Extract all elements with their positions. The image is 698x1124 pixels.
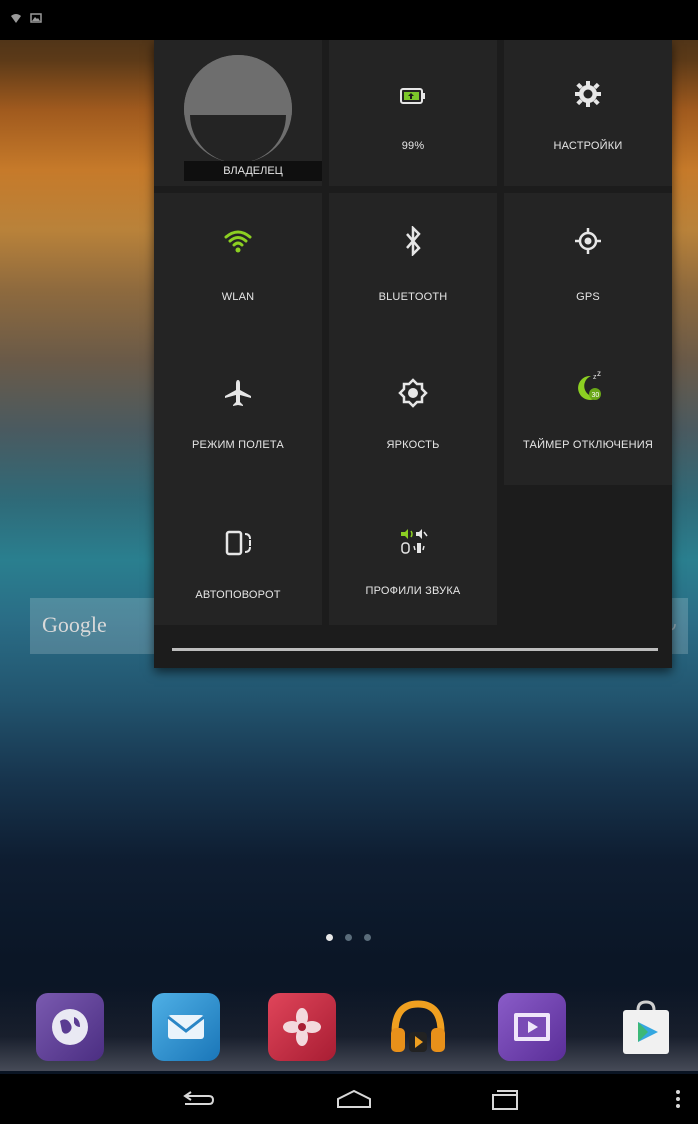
email-icon[interactable] <box>152 993 220 1061</box>
sound-profiles-icon <box>329 523 497 559</box>
wifi-icon <box>10 12 24 26</box>
recents-icon <box>492 1090 518 1110</box>
music-icon[interactable] <box>384 993 452 1061</box>
owner-avatar <box>184 55 292 163</box>
sleep-timer-label: ТАЙМЕР ОТКЛЮЧЕНИЯ <box>522 439 653 451</box>
gps-tile[interactable]: GPS <box>504 193 672 339</box>
page-indicator <box>326 934 371 946</box>
sound-profiles-label: ПРОФИЛИ ЗВУКА <box>365 585 461 597</box>
gallery-icon <box>30 12 44 26</box>
wlan-icon <box>154 223 322 259</box>
recents-button[interactable] <box>484 1084 524 1114</box>
battery-tile[interactable]: 99% <box>329 40 497 186</box>
quick-settings-panel: ВЛАДЕЛЕЦ 99% НАСТРОЙКИ WLAN BLUETOOTH GP… <box>154 40 672 668</box>
svg-text:30: 30 <box>592 392 600 399</box>
bluetooth-tile[interactable]: BLUETOOTH <box>329 193 497 339</box>
gallery-app-icon[interactable] <box>268 993 336 1061</box>
bluetooth-icon <box>329 223 497 259</box>
sleep-timer-tile[interactable]: 30 z z ТАЙМЕР ОТКЛЮЧЕНИЯ <box>504 339 672 485</box>
owner-tile[interactable]: ВЛАДЕЛЕЦ <box>154 40 322 186</box>
wlan-tile[interactable]: WLAN <box>154 193 322 339</box>
browser-icon[interactable] <box>36 993 104 1061</box>
page-dot-1 <box>326 934 333 941</box>
battery-icon <box>329 78 497 114</box>
sound-profiles-tile[interactable]: ПРОФИЛИ ЗВУКА <box>329 485 497 625</box>
airplane-icon <box>154 375 322 411</box>
sleep-timer-icon: 30 z z <box>504 369 672 405</box>
settings-tile[interactable]: НАСТРОЙКИ <box>504 40 672 186</box>
brightness-tile[interactable]: ЯРКОСТЬ <box>329 339 497 485</box>
status-bar[interactable] <box>0 0 698 40</box>
autorotate-icon <box>154 525 322 561</box>
owner-label-box: ВЛАДЕЛЕЦ <box>184 161 322 181</box>
gps-label: GPS <box>576 291 600 303</box>
battery-label: 99% <box>401 140 425 152</box>
back-button[interactable] <box>178 1084 218 1114</box>
navigation-bar <box>0 1074 698 1124</box>
play-store-icon[interactable] <box>612 993 680 1061</box>
autorotate-label: АВТОПОВОРОТ <box>195 589 281 601</box>
bluetooth-label: BLUETOOTH <box>378 291 448 303</box>
airplane-mode-label: РЕЖИМ ПОЛЕТА <box>192 439 284 451</box>
overflow-menu-button[interactable] <box>668 1084 688 1114</box>
dock <box>0 985 698 1071</box>
page-dot-2 <box>345 934 352 941</box>
settings-icon <box>504 76 672 112</box>
wlan-label: WLAN <box>221 291 255 303</box>
back-icon <box>183 1091 215 1105</box>
gps-icon <box>504 223 672 259</box>
brightness-label: ЯРКОСТЬ <box>386 439 440 451</box>
brightness-icon <box>329 375 497 411</box>
settings-label: НАСТРОЙКИ <box>553 140 623 152</box>
svg-text:z: z <box>597 370 601 378</box>
page-dot-3 <box>364 934 371 941</box>
google-search-label: Google <box>42 612 107 637</box>
home-icon <box>337 1089 371 1108</box>
video-icon[interactable] <box>498 993 566 1061</box>
overflow-menu-icon <box>676 1090 680 1108</box>
airplane-mode-tile[interactable]: РЕЖИМ ПОЛЕТА <box>154 339 322 485</box>
home-button[interactable] <box>334 1084 374 1114</box>
owner-label: ВЛАДЕЛЕЦ <box>223 165 283 177</box>
autorotate-tile[interactable]: АВТОПОВОРОТ <box>154 485 322 625</box>
panel-handle[interactable] <box>172 648 658 651</box>
